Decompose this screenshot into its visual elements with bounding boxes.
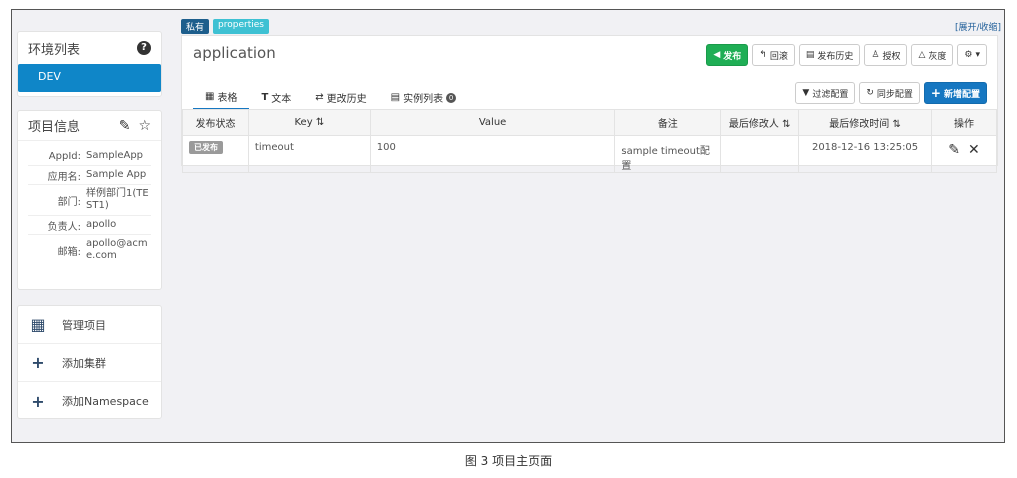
filter-config-button[interactable]: ▼ 过滤配置: [795, 82, 856, 104]
status-badge: 已发布: [189, 141, 223, 154]
col-comment: 备注: [614, 109, 722, 136]
delete-icon[interactable]: ✕: [968, 142, 980, 158]
env-list-panel: 环境列表 ? DEV: [17, 31, 162, 97]
star-icon[interactable]: ☆: [138, 118, 151, 134]
add-config-button[interactable]: + 新增配置: [923, 82, 987, 104]
namespace-title: application: [193, 44, 276, 62]
expand-collapse-link[interactable]: [展开/收缩]: [955, 20, 1001, 33]
manage-project-button[interactable]: ▦ 管理项目: [18, 306, 161, 344]
flask-icon: △: [918, 50, 926, 60]
project-info-title: 项目信息: [28, 120, 81, 135]
plus-icon: +: [31, 391, 45, 411]
cell-modifier: [720, 135, 800, 173]
namespace-panel: application ◀ 发布 ↰ 回滚 ▤ 发布历史 ♙ 授权 △ 灰度 ⚙ ▾ ▦ 表格…: [181, 35, 998, 173]
cell-key: timeout: [247, 135, 371, 173]
undo-icon: ↰: [759, 50, 767, 60]
server-icon: ▤: [390, 92, 401, 103]
cell-operations: ✎ ✕: [931, 135, 997, 173]
config-toolbar: ▼ 过滤配置 ↻ 同步配置 + 新增配置: [795, 82, 987, 104]
info-row-appname: 应用名: Sample App: [28, 166, 151, 185]
col-value: Value: [369, 109, 616, 136]
sync-config-button[interactable]: ↻ 同步配置: [859, 82, 920, 104]
namespace-toolbar: ◀ 发布 ↰ 回滚 ▤ 发布历史 ♙ 授权 △ 灰度 ⚙ ▾: [706, 44, 987, 66]
filter-icon: ▼: [802, 88, 810, 98]
info-row-dept: 部门: 样例部门1(TEST1): [28, 185, 151, 216]
plus-icon: +: [31, 353, 45, 372]
table-icon: ▦: [205, 91, 215, 102]
edit-icon[interactable]: ✎: [948, 142, 960, 158]
swap-icon: ⇄: [315, 92, 324, 103]
tab-instances[interactable]: ▤ 实例列表 0: [379, 89, 468, 110]
plus-icon: +: [930, 86, 941, 100]
cell-time: 2018-12-16 13:25:05: [798, 135, 932, 173]
namespace-tags: 私有 properties: [181, 19, 269, 34]
format-tag: properties: [213, 19, 269, 34]
tab-change-history[interactable]: ⇄ 更改历史: [303, 89, 378, 110]
figure-caption: 图 3 项目主页面: [464, 454, 553, 468]
app-frame: 环境列表 ? DEV 项目信息 ✎ ☆ AppId: SampleApp 应用名…: [11, 9, 1005, 443]
env-item-dev[interactable]: DEV: [18, 64, 161, 92]
user-icon: ♙: [871, 50, 880, 60]
gear-icon: ⚙: [964, 50, 973, 60]
edit-icon[interactable]: ✎: [119, 118, 131, 134]
refresh-icon: ↻: [866, 88, 874, 98]
col-modified-time[interactable]: 最后修改时间 ⇅: [798, 109, 932, 136]
gray-release-button[interactable]: △ 灰度: [911, 44, 954, 66]
cell-value: 100: [369, 135, 616, 173]
info-row-email: 邮箱: apollo@acme.com: [57, 238, 148, 261]
table-row: 已发布 timeout 100 sample timeout配置 2018-12…: [182, 135, 997, 173]
sort-icon[interactable]: ⇅: [892, 119, 900, 130]
authorize-button[interactable]: ♙ 授权: [864, 44, 908, 66]
env-list-title: 环境列表: [28, 42, 81, 58]
col-operations: 操作: [931, 109, 997, 136]
sort-icon[interactable]: ⇅: [782, 119, 790, 130]
cell-status: 已发布: [182, 135, 249, 173]
settings-dropdown-button[interactable]: ⚙ ▾: [957, 44, 987, 66]
tab-text[interactable]: T 文本: [249, 89, 303, 110]
send-icon: ◀: [713, 50, 721, 60]
rollback-button[interactable]: ↰ 回滚: [752, 44, 795, 66]
instance-count-badge: 0: [446, 92, 457, 103]
cell-comment: sample timeout配置: [614, 135, 722, 173]
namespace-tabs: ▦ 表格 T 文本 ⇄ 更改历史 ▤ 实例列表 0: [193, 89, 468, 110]
env-list-header: 环境列表 ?: [18, 32, 161, 64]
config-table: 发布状态 Key ⇅ Value 备注 最后修改人 ⇅ 最后修改时间 ⇅ 操作 …: [182, 109, 997, 173]
project-info-panel: 项目信息 ✎ ☆ AppId: SampleApp 应用名: Sample Ap…: [17, 110, 162, 290]
info-row-appid: AppId: SampleApp: [28, 147, 151, 166]
project-info-header: 项目信息 ✎ ☆: [18, 111, 161, 141]
text-icon: T: [261, 92, 269, 103]
caret-down-icon: ▾: [975, 50, 980, 60]
add-namespace-button[interactable]: + 添加Namespace: [18, 382, 161, 420]
sort-icon[interactable]: ⇅: [316, 117, 324, 128]
add-cluster-button[interactable]: + 添加集群: [18, 344, 161, 382]
publish-button[interactable]: ◀ 发布: [706, 44, 749, 66]
help-icon[interactable]: ?: [137, 41, 151, 55]
grid-icon: ▦: [30, 315, 46, 334]
actions-panel: ▦ 管理项目 + 添加集群 + 添加Namespace: [17, 305, 162, 419]
release-history-button[interactable]: ▤ 发布历史: [798, 44, 861, 66]
col-modifier[interactable]: 最后修改人 ⇅: [720, 109, 800, 136]
info-row-owner: 负责人: apollo: [28, 216, 151, 235]
tab-table[interactable]: ▦ 表格: [193, 89, 250, 110]
col-key[interactable]: Key ⇅: [247, 109, 371, 136]
table-header-row: 发布状态 Key ⇅ Value 备注 最后修改人 ⇅ 最后修改时间 ⇅ 操作: [182, 109, 997, 136]
private-tag: 私有: [181, 19, 210, 34]
col-status: 发布状态: [182, 109, 249, 136]
calendar-icon: ▤: [805, 50, 815, 60]
